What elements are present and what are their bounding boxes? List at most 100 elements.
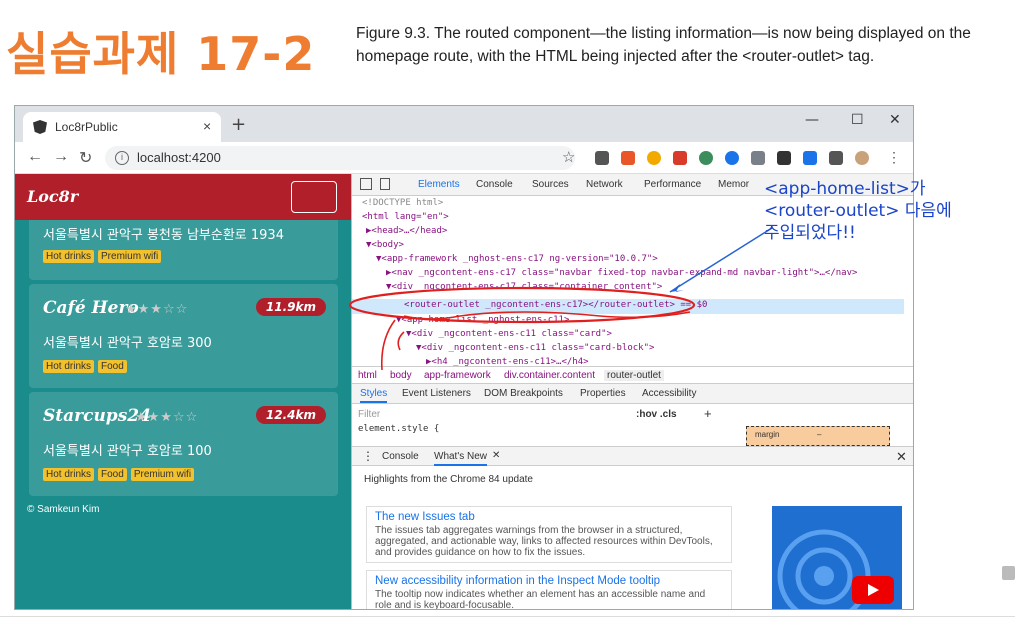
tab-close-icon[interactable]: × [203,118,211,134]
news-item[interactable]: New accessibility information in the Ins… [366,570,732,609]
tab-console[interactable]: Console [476,179,513,190]
listing-card[interactable]: Café Hero ★★★☆☆ 11.9km 서울특별시 관악구 호암로 300… [29,284,338,388]
extension-icon[interactable] [725,151,739,165]
tab-elements[interactable]: Elements [418,179,460,190]
box-model-value: – [817,430,822,439]
box-model-label: margin [755,430,780,439]
navbar-toggler-button[interactable] [291,181,337,213]
dom-node[interactable]: ▼<div _ngcontent-ens-c11 class="card-blo… [416,343,654,353]
news-title[interactable]: The new Issues tab [375,511,723,523]
tab-properties[interactable]: Properties [580,388,626,399]
breadcrumb-item[interactable]: body [390,370,412,381]
dom-node[interactable]: ▼<body> [366,240,404,250]
footer-copyright: © Samkeun Kim [27,504,100,515]
tab-performance[interactable]: Performance [644,179,701,190]
window-close-icon[interactable]: ✕ [889,112,901,128]
hov-cls-toggle[interactable]: :hov .cls [636,409,677,420]
distance-badge: 11.9km [255,298,326,316]
facility-tag: Premium wifi [98,250,162,263]
router-outlet-node[interactable]: <router-outlet _ngcontent-ens-c17></rout… [404,300,707,310]
extension-icon[interactable] [699,151,713,165]
puzzle-icon[interactable] [829,151,843,165]
dom-node[interactable]: ▼<div _ngcontent-ens-c11 class="card"> [406,329,612,339]
tab-network[interactable]: Network [586,179,623,190]
breadcrumb-item[interactable]: div.container.content [504,370,595,381]
facility-tag: Premium wifi [130,468,195,481]
drawer-tab-console[interactable]: Console [382,451,419,462]
extension-icon[interactable] [751,151,765,165]
annotation-note: <app-home-list>가 <router-outlet> 다음에 주입되… [764,178,952,244]
dom-node[interactable]: ▼<div _ngcontent-ens-c17 class="containe… [386,282,662,292]
facility-tag: Hot drinks [43,360,95,373]
rating-stars: ★★★☆☆ [135,410,199,425]
device-toolbar-icon[interactable] [380,178,390,190]
breadcrumb-item[interactable]: router-outlet [604,370,664,381]
news-title[interactable]: New accessibility information in the Ins… [375,575,723,587]
annotation-line: <app-home-list>가 [764,179,926,199]
tab-memory[interactable]: Memor [718,179,749,190]
drawer-menu-icon[interactable]: ⋮ [362,449,374,463]
dom-node[interactable]: ▶<head>…</head> [366,226,447,236]
slide-divider [0,616,1015,617]
extension-icon[interactable] [647,151,661,165]
angular-favicon-icon [33,120,47,134]
navbar: Loc8r [15,174,351,220]
dom-node[interactable]: ▼<app-framework _nghost-ens-c17 ng-versi… [376,254,658,264]
news-body: The issues tab aggregates warnings from … [375,525,713,558]
add-rule-icon[interactable]: + [704,406,712,421]
inspect-element-icon[interactable] [360,178,372,190]
menu-dots-icon[interactable]: ⋮ [887,149,901,166]
extension-icon[interactable] [595,151,609,165]
tab-event-listeners[interactable]: Event Listeners [402,388,471,399]
url-bar[interactable]: i localhost:4200 [105,146,575,170]
avatar[interactable] [855,151,869,165]
tab-dom-breakpoints[interactable]: DOM Breakpoints [484,388,563,399]
extension-icon[interactable] [621,151,635,165]
element-style-rule[interactable]: element.style { [358,424,439,434]
browser-tab[interactable]: Loc8rPublic × [23,112,221,142]
annotation-line: <router-outlet> 다음에 [764,201,952,221]
app-pane: Loc8r 서울특별시 관악구 봉천동 남부순환로 1934 Hot drink… [15,174,351,609]
drawer-tab-whats-new[interactable]: What's New [434,451,488,466]
brand-logo[interactable]: Loc8r [27,187,78,206]
listing-card[interactable]: Starcups24 ★★★☆☆ 12.4km 서울특별시 관악구 호암로 10… [29,392,338,496]
extension-icon[interactable] [777,151,791,165]
tab-sources[interactable]: Sources [532,179,569,190]
listing-address: 서울특별시 관악구 봉천동 남부순환로 1934 [43,228,284,243]
forward-icon[interactable]: → [53,148,69,166]
new-tab-button[interactable]: + [231,114,246,135]
dom-node[interactable]: ▶<nav _ngcontent-ens-c17 class="navbar f… [386,268,857,278]
dom-node[interactable]: <html lang="en"> [362,212,449,222]
dom-node[interactable]: <!DOCTYPE html> [362,198,443,208]
reload-icon[interactable]: ↻ [79,148,92,168]
video-thumbnail[interactable] [772,506,902,609]
news-item[interactable]: The new Issues tab The issues tab aggreg… [366,506,732,563]
minimize-icon[interactable]: — [805,112,819,128]
distance-badge: 12.4km [255,406,326,424]
info-icon[interactable]: i [115,151,129,165]
tab-accessibility[interactable]: Accessibility [642,388,696,399]
pdf-extension-icon[interactable] [673,151,687,165]
facility-tag: Food [98,468,127,481]
maximize-icon[interactable]: ☐ [851,112,864,128]
facility-tag: Food [98,360,127,373]
breadcrumb-item[interactable]: html [358,370,377,381]
breadcrumb: html body app-framework div.container.co… [352,366,913,384]
close-drawer-icon[interactable]: ✕ [896,449,907,465]
filter-placeholder: Filter [358,409,381,420]
listing-card[interactable]: 서울특별시 관악구 봉천동 남부순환로 1934 Hot drinks Prem… [29,220,338,280]
listing-address: 서울특별시 관악구 호암로 300 [43,336,212,351]
listing-address: 서울특별시 관악구 호암로 100 [43,444,212,459]
highlights-heading: Highlights from the Chrome 84 update [364,474,533,485]
styles-tabs: Styles Event Listeners DOM Breakpoints P… [352,384,913,404]
tab-styles[interactable]: Styles [360,388,388,403]
app-home-list-node[interactable]: ▼<app-home-list _nghost-ens-c11> [396,315,569,325]
styles-filter-input[interactable]: Filter :hov .cls + [352,404,732,424]
extension-icon[interactable] [803,151,817,165]
box-model[interactable]: margin – [746,426,890,446]
close-tab-icon[interactable]: ✕ [492,450,500,461]
bookmark-star-icon[interactable]: ☆ [562,148,575,166]
breadcrumb-item[interactable]: app-framework [424,370,491,381]
back-icon[interactable]: ← [27,148,43,166]
youtube-play-icon[interactable] [852,576,894,604]
